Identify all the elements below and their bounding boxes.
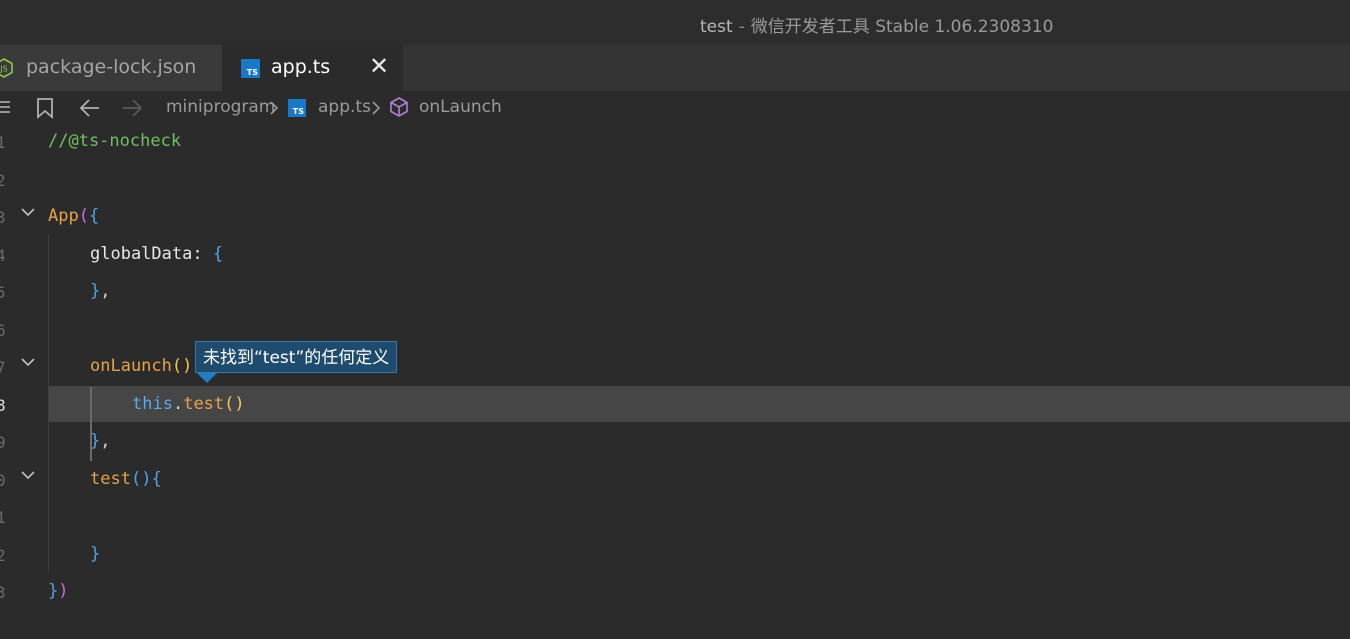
code-line-9: }, (90, 431, 111, 451)
function-token: test (90, 469, 131, 489)
comment-token: //@ts-nocheck (48, 131, 182, 151)
line-number: 1 (0, 508, 6, 527)
keyword-this-token: this (132, 394, 173, 414)
fold-chevron-icon[interactable] (20, 467, 36, 483)
tab-app-ts[interactable]: TS app.ts ✕ (223, 45, 403, 91)
brace-token: { (88, 206, 100, 226)
arrow-right-icon[interactable] (120, 97, 144, 119)
paren-token: () (224, 394, 245, 414)
title-bar: test - 微信开发者工具 Stable 1.06.2308310 (0, 0, 1350, 45)
paren-token: ( (78, 206, 89, 226)
code-line-12: } (90, 544, 100, 564)
line-number: 4 (0, 246, 6, 265)
breadcrumb-symbol[interactable]: onLaunch (419, 97, 502, 117)
brace-token: } (90, 431, 101, 451)
code-line-10: test(){ (90, 469, 162, 489)
breadcrumb: miniprogram TS app.ts onLaunch (0, 91, 1350, 125)
line-number-active: 8 (0, 396, 6, 415)
typescript-icon: TS (288, 99, 306, 117)
title-separator: - (738, 17, 745, 37)
paren-token: () (130, 469, 152, 489)
project-name: test (700, 17, 733, 37)
chevron-right-icon (372, 101, 381, 115)
chevron-right-icon (270, 101, 279, 115)
method-cube-icon (390, 97, 408, 117)
app-name: 微信开发者工具 Stable 1.06.2308310 (750, 17, 1054, 37)
line-number: 1 (0, 133, 6, 152)
ide-window: test - 微信开发者工具 Stable 1.06.2308310 JS pack… (0, 0, 1350, 639)
code-line-1: //@ts-nocheck (48, 131, 181, 151)
code-line-13: }) (48, 581, 69, 601)
code-line-8: this.test() (132, 394, 245, 414)
line-number: 9 (0, 433, 6, 452)
tab-label: app.ts (271, 56, 331, 78)
line-number: 0 (0, 471, 6, 490)
line-number: 2 (0, 546, 6, 565)
definition-tooltip: 未找到“test”的任何定义 (195, 341, 398, 373)
code-line-3: App({ (48, 206, 99, 226)
dot-token: . (172, 394, 184, 414)
line-number: 5 (0, 283, 6, 302)
line-number: 3 (0, 208, 6, 227)
tab-label: package-lock.json (26, 56, 197, 78)
brace-token: { (212, 244, 224, 264)
close-icon[interactable]: ✕ (369, 54, 389, 78)
tooltip-arrow-icon (197, 373, 217, 383)
function-token: App (48, 206, 79, 226)
code-line-5: }, (90, 281, 111, 301)
tab-package-lock-json[interactable]: JS package-lock.json (0, 45, 223, 91)
line-number: 6 (0, 321, 6, 340)
menu-icon[interactable] (0, 97, 12, 117)
line-number: 7 (0, 358, 6, 377)
breadcrumb-file[interactable]: app.ts (318, 97, 371, 117)
nodejs-icon: JS (0, 58, 13, 78)
comma-token: , (100, 431, 111, 451)
arrow-left-icon[interactable] (78, 97, 102, 119)
fold-chevron-icon[interactable] (20, 354, 36, 370)
typescript-icon: TS (241, 59, 260, 78)
code-editor[interactable]: 1 2 3 4 5 6 7 8 9 0 1 2 3 //@ts-nocheck … (0, 125, 1350, 639)
bookmark-icon[interactable] (36, 97, 54, 119)
brace-token: } (48, 581, 59, 601)
indent-guide (48, 235, 49, 571)
svg-text:JS: JS (0, 65, 8, 74)
function-token: test (183, 394, 225, 414)
function-token: onLaunch (90, 356, 172, 376)
brace-token: } (90, 281, 101, 301)
line-number: 3 (0, 583, 6, 602)
fold-chevron-icon[interactable] (20, 204, 36, 220)
paren-token: () (171, 356, 193, 376)
line-number: 2 (0, 171, 6, 190)
window-title: test - 微信开发者工具 Stable 1.06.2308310 (700, 12, 1053, 37)
property-token: globalData: (90, 244, 213, 264)
tab-bar: JS package-lock.json TS app.ts ✕ (0, 45, 1350, 91)
code-line-7: onLaunch() (90, 356, 192, 376)
breadcrumb-folder[interactable]: miniprogram (166, 97, 275, 117)
brace-token: { (151, 469, 162, 489)
brace-token: } (90, 544, 101, 564)
comma-token: , (100, 281, 111, 301)
paren-token: ) (58, 581, 69, 601)
code-line-4: globalData: { (90, 244, 223, 264)
